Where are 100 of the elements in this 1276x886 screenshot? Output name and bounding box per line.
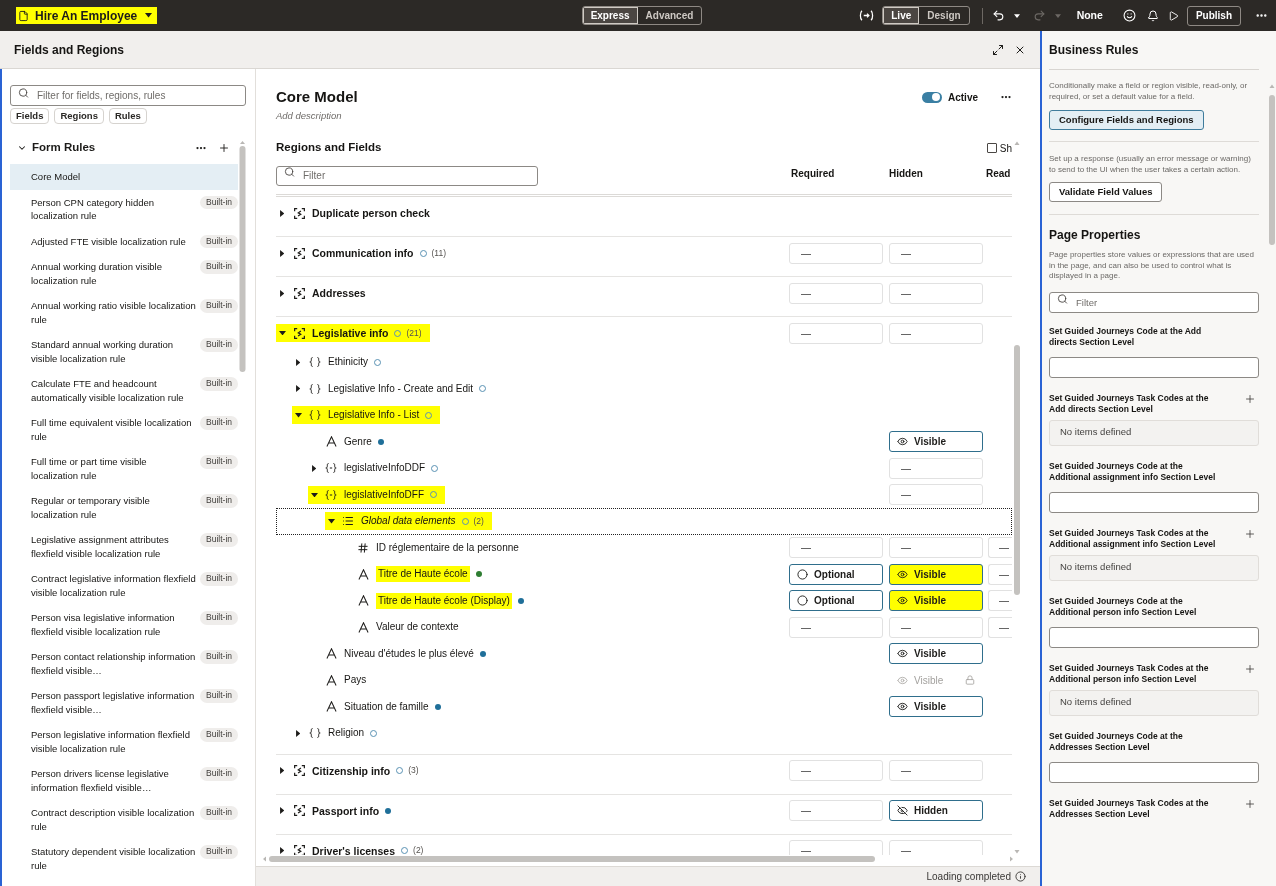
property-input[interactable] <box>1049 761 1259 783</box>
hidden-select[interactable]: — <box>889 242 983 264</box>
required-select[interactable]: Optional <box>789 590 883 612</box>
hidden-select[interactable]: — <box>889 537 983 559</box>
hidden-select[interactable]: — <box>889 616 983 638</box>
property-input[interactable] <box>1049 491 1259 513</box>
tree-label[interactable]: Legislative info <box>312 325 389 341</box>
tree-label[interactable]: Genre <box>344 433 372 450</box>
add-icon[interactable] <box>1244 662 1256 675</box>
caret-right-icon[interactable] <box>295 358 301 366</box>
chevron-down-icon[interactable] <box>17 143 27 153</box>
hidden-select[interactable]: — <box>889 484 983 506</box>
tree-label[interactable]: ID réglementaire de la personne <box>376 539 519 556</box>
tree-label[interactable]: Valeur de contexte <box>376 619 459 636</box>
caret-right-icon[interactable] <box>295 729 301 737</box>
hidden-select[interactable]: — <box>889 322 983 344</box>
caret-icon[interactable] <box>1013 13 1020 18</box>
add-icon[interactable] <box>1244 392 1256 405</box>
tree-label[interactable]: Citizenship info <box>312 762 391 779</box>
filter-field[interactable]: Filter <box>276 165 538 186</box>
hidden-select[interactable]: Hidden <box>889 800 983 821</box>
hidden-select[interactable]: Visible <box>889 696 983 718</box>
read-only-select[interactable]: — <box>988 616 1012 638</box>
rule-item[interactable]: Annual working ratio visible localization rule Built-in <box>10 293 238 332</box>
page-title-button[interactable]: Hire An Employee <box>16 7 158 24</box>
rule-item[interactable]: Person passport legislative information flexfield visible… Built-in <box>10 683 238 722</box>
property-input[interactable] <box>1049 626 1259 648</box>
hidden-select[interactable]: Visible <box>889 590 983 612</box>
parentheses-arrow-icon[interactable] <box>859 10 875 21</box>
tree-label[interactable]: legislativeInfoDDF <box>344 460 426 477</box>
rule-item[interactable]: Standard annual working duration visible localization rule Built-in <box>10 332 238 371</box>
mode-tab[interactable]: Express <box>582 7 638 24</box>
hidden-select[interactable]: Visible <box>889 431 983 453</box>
play-icon[interactable] <box>1167 9 1179 22</box>
view-tab[interactable]: Design <box>919 7 969 24</box>
filter-chip[interactable]: Fields <box>10 108 50 124</box>
rule-item[interactable]: Person visa legislative information flexfield visible localization rule Built-in <box>10 605 238 644</box>
hidden-select[interactable]: — <box>889 282 983 304</box>
required-select[interactable]: — <box>789 242 883 264</box>
rule-item[interactable]: Person CPN category hidden localization rule Built-in <box>10 189 238 229</box>
mode-tab[interactable]: Advanced <box>637 7 702 24</box>
required-select[interactable]: — <box>789 322 883 344</box>
required-select[interactable]: — <box>789 760 883 781</box>
rule-item[interactable]: Full time or part time visible localization rule Built-in <box>10 449 238 488</box>
caret-down-icon[interactable] <box>278 330 286 336</box>
tree-label[interactable]: Titre de Haute école <box>376 566 470 583</box>
rule-item[interactable]: Person legislative information flexfield visible localization rule Built-in <box>10 722 238 761</box>
vertical-scrollbar-drawing[interactable] <box>1013 140 1021 855</box>
read-only-select[interactable]: — <box>988 537 1012 559</box>
hidden-select[interactable]: — <box>889 760 983 781</box>
caret-right-icon[interactable] <box>279 807 285 814</box>
required-select[interactable]: — <box>789 282 883 304</box>
tree-label[interactable]: legislativeInfoDFF <box>344 486 425 503</box>
caret-right-icon[interactable] <box>295 385 301 393</box>
caret-right-icon[interactable] <box>279 209 285 217</box>
persona-selector[interactable]: None <box>1076 7 1103 24</box>
bell-icon[interactable] <box>1146 9 1159 22</box>
rule-item[interactable]: Calculate FTE and headcount automatically visible localization rule Built-in <box>10 371 238 410</box>
rule-item[interactable]: Core Model <box>10 164 238 190</box>
hidden-select[interactable]: — <box>889 457 983 479</box>
required-select[interactable]: — <box>789 616 883 638</box>
tree-label[interactable]: Duplicate person check <box>312 205 430 221</box>
rule-item[interactable]: Legislative assignment attributes flexfield visible localization rule Built-in <box>10 527 238 566</box>
undo-icon[interactable] <box>991 9 1005 22</box>
filter-chip[interactable]: Rules <box>108 108 147 124</box>
validate-button[interactable]: Validate Field Values <box>1049 182 1163 202</box>
required-select[interactable]: — <box>789 800 883 821</box>
caret-down-icon[interactable] <box>327 519 335 524</box>
required-select[interactable]: — <box>789 840 883 855</box>
tree-label[interactable]: Driver's licenses <box>312 842 396 855</box>
required-select[interactable]: Optional <box>789 563 883 585</box>
tree-label[interactable]: Ethinicity <box>328 354 368 371</box>
rule-item[interactable]: Regular or temporary visible localization rule Built-in <box>10 488 238 527</box>
publish-button[interactable]: Publish <box>1186 5 1241 26</box>
focused-row[interactable]: Global data elements (2) <box>276 508 1012 535</box>
rule-item[interactable]: Contract legislative information flexfield visible localization rule Built-in <box>10 566 238 605</box>
tree-label[interactable]: Passport info <box>312 802 380 819</box>
filter-chip[interactable]: Regions <box>54 108 104 124</box>
property-input[interactable] <box>1049 356 1259 378</box>
caret-right-icon[interactable] <box>311 464 317 472</box>
tree-label[interactable]: Niveau d'études le plus élevé <box>344 645 474 662</box>
rule-item[interactable]: Contract description visible localization rule Built-in <box>10 800 238 839</box>
search-field[interactable]: Filter for fields, regions, rules <box>10 85 246 106</box>
tree-label[interactable]: Titre de Haute école (Display) <box>376 592 512 609</box>
filter-field[interactable]: Filter <box>1049 291 1259 313</box>
hidden-select[interactable]: Visible <box>889 563 983 585</box>
expand-icon[interactable] <box>992 43 1004 56</box>
info-icon[interactable] <box>1015 871 1026 882</box>
rule-item[interactable]: Person contact relationship information flexfield visible… Built-in <box>10 644 238 683</box>
smiley-icon[interactable] <box>1122 9 1136 22</box>
caret-right-icon[interactable] <box>279 249 285 257</box>
caret-right-icon[interactable] <box>279 767 285 774</box>
rule-item[interactable]: Person drivers license legislative information flexfield visible… Built-in <box>10 761 238 800</box>
caret-right-icon[interactable] <box>279 847 285 854</box>
read-only-select[interactable]: — <box>988 563 1012 585</box>
caret-down-icon[interactable] <box>294 413 302 418</box>
tree-label[interactable]: Legislative Info - Create and Edit <box>328 380 474 397</box>
tree-label[interactable]: Communication info <box>312 245 414 261</box>
view-tab[interactable]: Live <box>883 7 920 24</box>
rule-item[interactable]: Annual working duration visible localization rule Built-in <box>10 254 238 293</box>
